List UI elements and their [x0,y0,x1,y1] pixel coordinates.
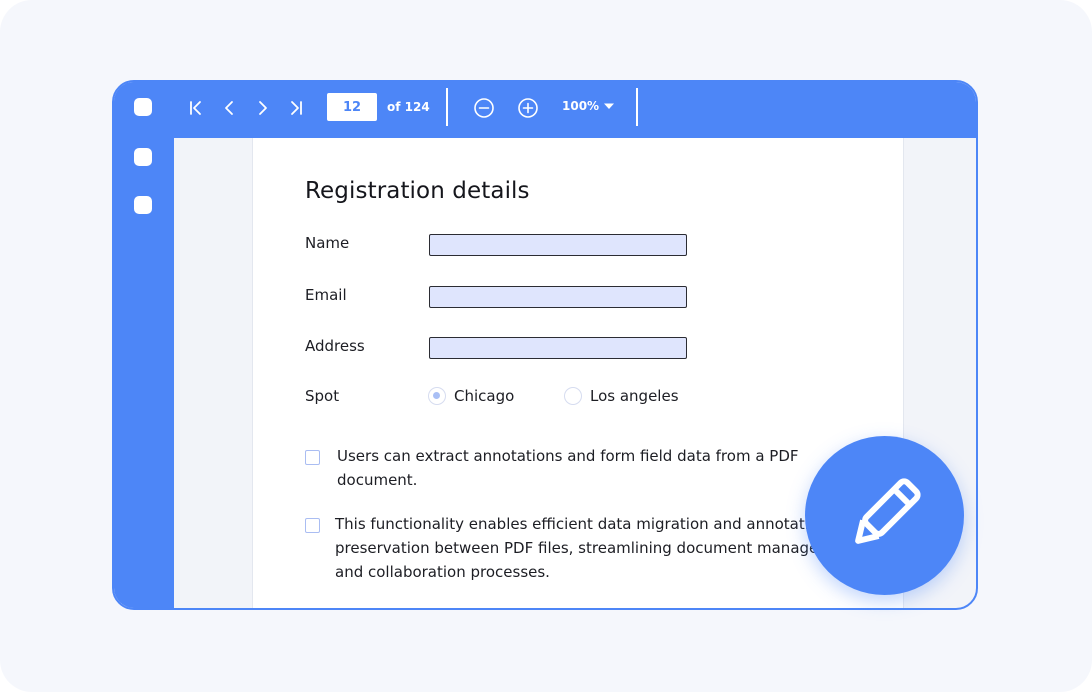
form-title: Registration details [305,178,530,204]
sidebar-button-1[interactable] [134,98,152,116]
checkbox-text-line: and collaboration processes. [335,563,550,581]
name-field[interactable] [429,234,687,256]
toolbar-divider [636,88,638,126]
page-total-label: of 124 [387,100,430,114]
address-label: Address [305,337,365,355]
sidebar-button-2[interactable] [134,148,152,166]
spot-label: Spot [305,387,340,405]
email-field[interactable] [429,286,687,308]
sidebar-button-3[interactable] [134,196,152,214]
zoom-level: 100% [562,99,600,113]
checkbox-extract-annotations[interactable] [305,450,320,465]
radio-checked-icon [428,387,446,405]
checkbox-text-line: document. [337,471,418,489]
zoom-out-icon[interactable] [472,96,496,120]
pdf-page: Registration details Name Email Address … [252,138,904,608]
edit-button[interactable] [805,436,964,595]
canvas-background: of 124 100% Registration details [0,0,1092,692]
last-page-icon[interactable] [284,96,308,120]
prev-page-icon[interactable] [218,96,242,120]
radio-label: Chicago [454,387,515,405]
radio-los-angeles[interactable]: Los angeles [564,387,679,405]
checkbox-data-migration[interactable] [305,518,320,533]
zoom-dropdown[interactable]: 100% [562,99,615,113]
checkbox-text-line: This functionality enables efficient dat… [335,515,828,533]
address-field[interactable] [429,337,687,359]
checkbox-text: Users can extract annotations and form f… [337,444,799,492]
pencil-icon [839,468,931,564]
radio-unchecked-icon [564,387,582,405]
name-label: Name [305,234,350,252]
radio-label: Los angeles [590,387,679,405]
radio-chicago[interactable]: Chicago [428,387,514,405]
next-page-icon[interactable] [250,96,274,120]
first-page-icon[interactable] [184,96,208,120]
email-label: Email [305,286,347,304]
toolbar-divider [446,88,448,126]
zoom-in-icon[interactable] [516,96,540,120]
checkbox-text-line: preservation between PDF files, streamli… [335,539,858,557]
sidebar [114,82,174,608]
page-number-input[interactable] [327,93,377,121]
toolbar: of 124 100% [114,82,976,138]
checkbox-text-line: Users can extract annotations and form f… [337,447,799,465]
checkbox-text: This functionality enables efficient dat… [335,512,858,584]
caret-down-icon [603,99,615,113]
